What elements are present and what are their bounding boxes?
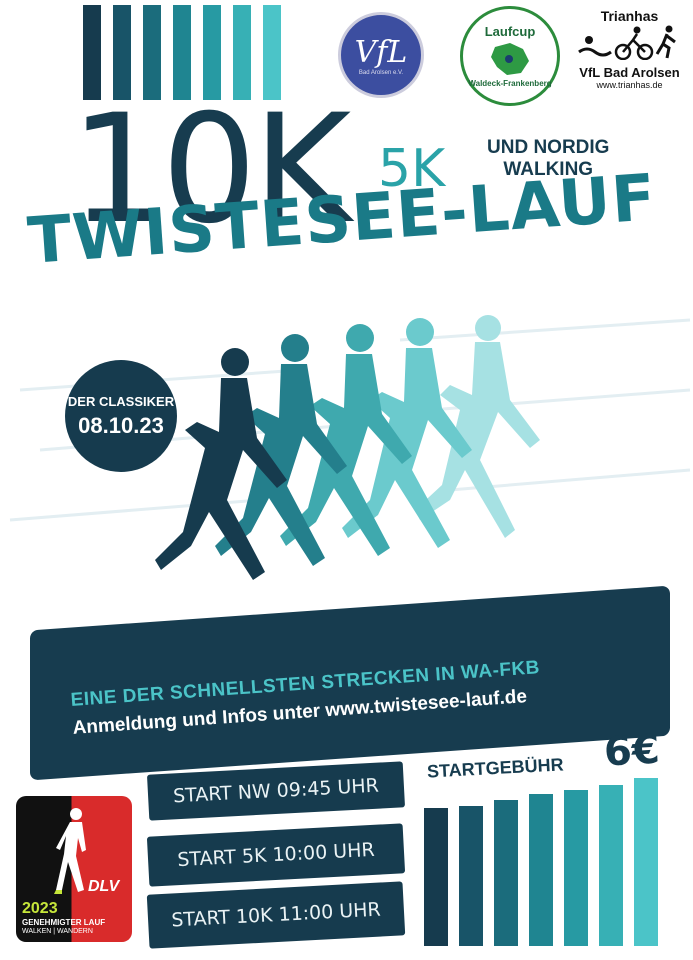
dlv-line1: GENEHMIGTER LAUF	[22, 918, 106, 927]
start-time-10k: START 10K 11:00 UHR	[146, 881, 406, 949]
dlv-line2: WALKEN | WANDERN	[22, 928, 93, 935]
nordic-line1: UND NORDIG	[487, 137, 610, 158]
badge-label: DER CLASSIKER	[67, 393, 175, 409]
dlv-year: 2023	[22, 900, 58, 917]
fee-label: STARTGEBÜHR	[426, 754, 565, 782]
laufcup-logo-bottom: Waldeck-Frankenberg	[468, 79, 552, 88]
start-time-nw: START NW 09:45 UHR	[146, 761, 406, 821]
vfl-logo-text: VfL	[354, 34, 408, 70]
runners-illustration	[155, 315, 540, 580]
dlv-badge: DLV 2023 GENEHMIGTER LAUF WALKEN | WANDE…	[16, 796, 132, 942]
laufcup-logo: Laufcup Waldeck-Frankenberg	[460, 6, 560, 106]
trianhas-title: Trianhas	[600, 8, 659, 24]
fee-value: 6€	[602, 726, 661, 776]
vfl-logo-sub: Bad Arolsen e.V.	[358, 69, 404, 76]
laufcup-logo-top: Laufcup	[484, 24, 536, 39]
triathlon-icon	[577, 25, 676, 61]
trianhas-url: www.trianhas.de	[596, 80, 663, 90]
dlv-brand: DLV	[88, 878, 120, 895]
trianhas-club: VfL Bad Arolsen	[579, 65, 680, 80]
date-badge: DER CLASSIKER 08.10.23	[65, 360, 177, 472]
start-time-5k: START 5K 10:00 UHR	[146, 823, 406, 887]
badge-date: 08.10.23	[78, 412, 164, 438]
trianhas-logo: Trianhas VfL Bad Arolsen www.trianhas.de	[572, 8, 687, 108]
vfl-logo: VfL Bad Arolsen e.V.	[338, 12, 424, 98]
map-icon	[491, 43, 529, 75]
